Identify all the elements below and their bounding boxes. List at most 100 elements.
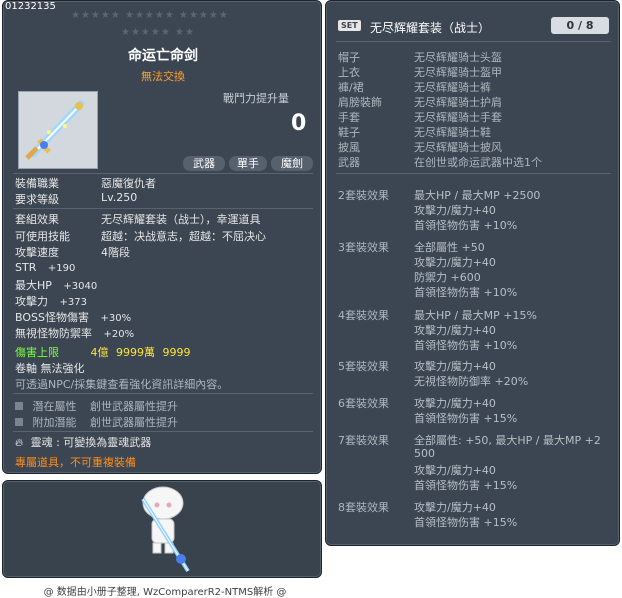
additional-potential-label: 附加潛能 [32, 416, 77, 429]
divider [13, 173, 313, 174]
set-piece-name: 无尽辉耀骑士披风 [414, 141, 502, 154]
stat-label: BOSS怪物傷害 [15, 311, 89, 324]
stat-value: +373 [59, 297, 87, 308]
set-effect-line: 首領怪物伤害 +15% [414, 479, 518, 492]
set-effect-line: 攻擊力/魔力+40 [414, 204, 496, 217]
set-piece-slot: 武器 [338, 156, 360, 169]
damage-cap-label: 傷害上限 [15, 346, 59, 359]
tag-one-handed: 單手 [229, 156, 267, 171]
set-effect-line: 攻擊力/魔力+40 [414, 501, 496, 514]
exclusive-notice: 專屬道具，不可重複裝備 [15, 456, 136, 469]
set-piece-name: 在创世或命运武器中选1个 [414, 156, 542, 169]
set-effect-line: 攻擊力/魔力+40 [414, 360, 496, 373]
set-effect-line: 首領怪物伤害 +15% [414, 412, 518, 425]
set-effect-line: 全部屬性 +50 [414, 241, 485, 254]
additional-potential-row: 附加潛能 創世武器屬性提升 [15, 414, 178, 430]
divider [336, 173, 611, 174]
level-label: 要求等級 [15, 193, 59, 206]
set-piece-slot: 帽子 [338, 51, 360, 64]
set-effect-line: 最大HP / 最大MP +2500 [414, 189, 541, 202]
combat-power-label: 戰鬥力提升量 [223, 92, 289, 105]
enhance-note: 可透過NPC/採集鍵查看強化資訊詳細內容。 [15, 378, 229, 391]
set-effect-line: 首領怪物伤害 +10% [414, 219, 518, 232]
damage-cap-value-3: 9999 [162, 346, 191, 359]
level-value: Lv.250 [101, 191, 138, 204]
set-effect-tier-label: 3套裝效果 [338, 241, 389, 254]
item-name: 命运亡命剑 [128, 48, 198, 64]
damage-cap-row: 傷害上限 4億 9999萬 9999 [15, 344, 191, 360]
set-piece-slot: 肩膀裝飾 [338, 96, 382, 109]
potential-label: 潛在屬性 [32, 400, 77, 413]
star-force-row-2: ★★★★★ ★★ [121, 27, 195, 38]
flame-icon: 🔥︎ [15, 436, 24, 449]
job-value: 惡魔復仇者 [101, 177, 156, 190]
set-effect-label: 套組效果 [15, 213, 59, 226]
potential-value: 創世武器屬性提升 [90, 400, 178, 413]
stat-value: +20% [103, 329, 135, 340]
skill-value: 超越：决战意志，超越：不屈决心 [101, 230, 266, 243]
footer-credit: @ 数据由小册子整理, WzComparerR2-NTMS解析 @ [43, 587, 287, 598]
set-piece-name: 无尽辉耀骑士裤 [414, 81, 491, 94]
set-piece-name: 无尽辉耀骑士手套 [414, 111, 502, 124]
attack-speed-value: 4階段 [101, 246, 130, 259]
lock-icon [15, 418, 23, 426]
scroll-status: 卷軸 無法強化 [15, 362, 85, 375]
character-avatar [141, 486, 190, 573]
set-title: 无尽辉耀套装（战士） [370, 21, 491, 35]
set-effect-line: 首領怪物伤害 +10% [414, 286, 518, 299]
set-effect-line: 全部屬性: +50, 最大HP / 最大MP +2 [414, 434, 601, 447]
set-effect-tier-label: 7套裝效果 [338, 434, 389, 447]
set-piece-name: 无尽辉耀骑士盔甲 [414, 66, 502, 79]
set-effect-tier-label: 2套裝效果 [338, 189, 389, 202]
avatar-preview-panel [2, 480, 322, 578]
divider [13, 431, 313, 432]
set-effect-tier-label: 6套裝效果 [338, 397, 389, 410]
stat-label: STR [15, 261, 37, 274]
stat-value: +30% [100, 313, 132, 324]
set-effect-line: 无視怪物防御率 +20% [414, 375, 529, 388]
stat-row: 攻擊力 +373 [15, 293, 87, 309]
stat-row: 最大HP +3040 [15, 277, 97, 293]
tradability-label: 無法交換 [141, 70, 185, 83]
stat-row: 無視怪物防禦率 +20% [15, 325, 134, 341]
set-piece-slot: 褲/裙 [338, 81, 364, 94]
set-effect-tier-label: 4套裝效果 [338, 309, 389, 322]
set-effect-line: 攻擊力/魔力+40 [414, 397, 496, 410]
additional-potential-value: 創世武器屬性提升 [90, 416, 178, 429]
stat-value: +190 [47, 263, 76, 274]
set-piece-slot: 鞋子 [338, 126, 360, 139]
set-effect-tier-label: 8套裝效果 [338, 501, 389, 514]
tag-desperado: 魔劍 [271, 156, 313, 171]
set-effect-tier-label: 5套裝效果 [338, 360, 389, 373]
set-piece-slot: 手套 [338, 111, 360, 124]
set-piece-slot: 披風 [338, 141, 360, 154]
star-force-row-1: ★★★★★ ★★★★★ ★★★★★ [71, 10, 229, 21]
job-label: 裝備職業 [15, 177, 59, 190]
set-count: 0 / 8 [551, 17, 609, 34]
divider [13, 208, 313, 209]
divider [336, 41, 611, 42]
item-id: 01232135 [5, 1, 56, 12]
item-tooltip-panel: 01232135 ★★★★★ ★★★★★ ★★★★★ ★★★★★ ★★ 命运亡命… [2, 0, 322, 474]
set-effect-line: 首領怪物伤害 +15% [414, 516, 518, 529]
job-row: 裝備職業 [15, 175, 59, 191]
skill-label: 可使用技能 [15, 230, 70, 243]
item-icon-frame [18, 91, 98, 169]
set-piece-slot: 上衣 [338, 66, 360, 79]
attack-speed-label: 攻擊速度 [15, 246, 59, 259]
set-effect-line: 防禦力 +600 [414, 271, 481, 284]
lock-icon [15, 402, 23, 410]
stat-row: STR +190 [15, 261, 75, 274]
set-piece-name: 无尽辉耀骑士鞋 [414, 126, 491, 139]
stat-label: 攻擊力 [15, 295, 48, 308]
stat-label: 最大HP [15, 279, 52, 292]
set-effect-line: 首領怪物伤害 +10% [414, 339, 518, 352]
set-effect-line: 攻擊力/魔力+40 [414, 256, 496, 269]
divider [13, 393, 313, 394]
tag-weapon: 武器 [183, 156, 225, 171]
sword-icon [19, 92, 97, 168]
combat-power-value: 0 [291, 111, 307, 136]
set-effect-line: 攻擊力/魔力+40 [414, 324, 496, 337]
set-badge: SET [338, 20, 361, 31]
set-effect-line: 最大HP / 最大MP +15% [414, 309, 537, 322]
